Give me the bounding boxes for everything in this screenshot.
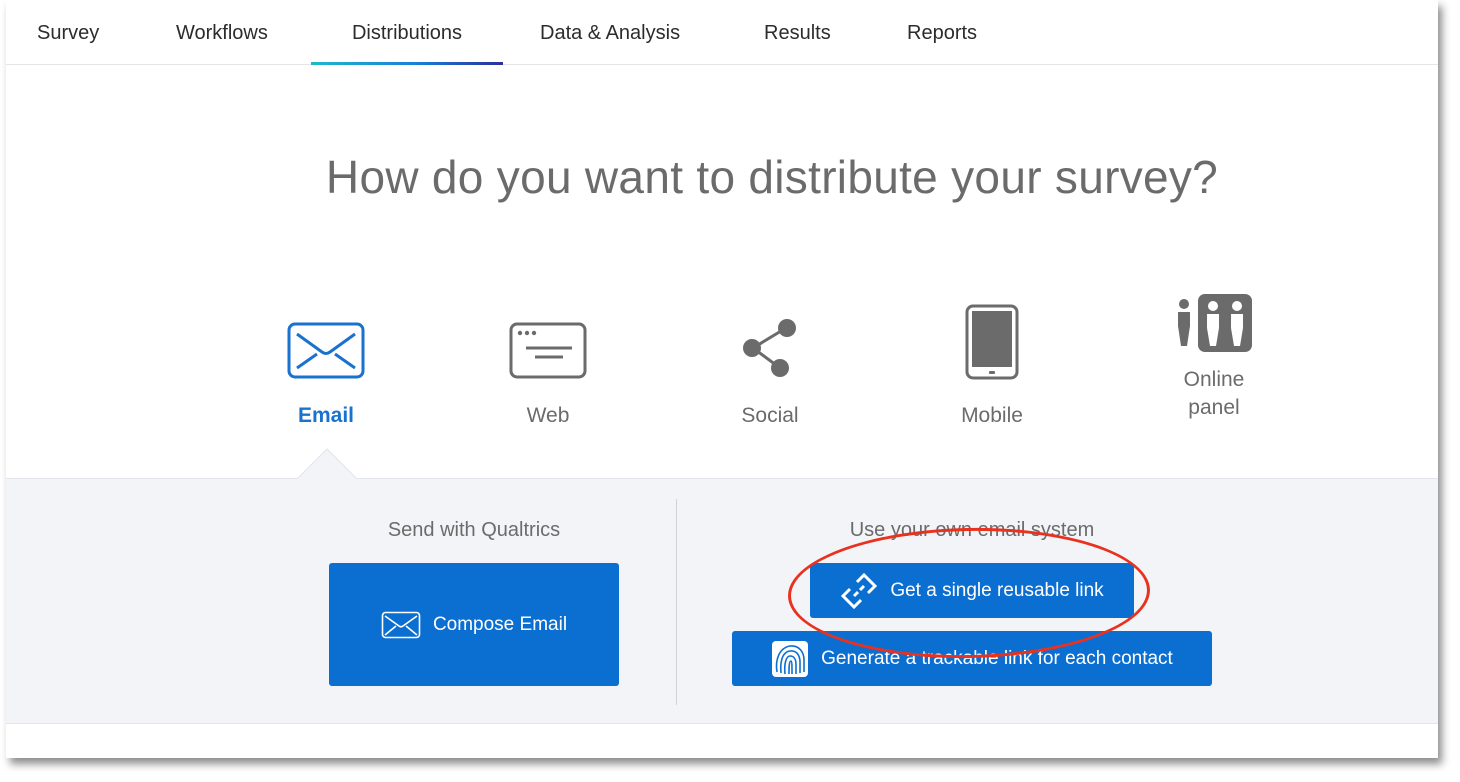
tab-label: Survey	[37, 22, 100, 44]
active-tab-indicator	[311, 62, 503, 65]
share-icon	[743, 319, 796, 377]
tab-reports[interactable]: Reports	[907, 0, 977, 64]
envelope-icon	[287, 322, 365, 379]
reusable-link-label: Get a single reusable link	[890, 579, 1104, 601]
active-method-pointer	[291, 443, 361, 479]
method-label: Mobile	[961, 404, 1023, 427]
method-mobile[interactable]: Mobile	[912, 300, 1072, 430]
generate-trackable-link-button[interactable]: Generate a trackable link for each conta…	[732, 631, 1212, 686]
top-nav: Survey Workflows Distributions Data & An…	[6, 0, 1438, 65]
method-online-panel[interactable]: Online panel	[1134, 292, 1294, 422]
fingerprint-icon	[772, 640, 809, 677]
method-web[interactable]: Web	[468, 300, 628, 430]
compose-email-label: Compose Email	[432, 613, 568, 635]
panel-divider	[676, 499, 677, 705]
trackable-link-label: Generate a trackable link for each conta…	[821, 647, 1173, 669]
method-email[interactable]: Email	[246, 300, 406, 430]
tab-label: Data & Analysis	[540, 22, 681, 44]
tab-label: Results	[764, 22, 831, 44]
tab-label: Reports	[907, 22, 978, 44]
method-label-line1: Online	[1183, 368, 1245, 391]
email-options-panel: Send with Qualtrics Compose Email Use yo…	[6, 478, 1438, 724]
tablet-icon	[965, 304, 1019, 380]
envelope-icon	[381, 611, 421, 638]
app-window: Survey Workflows Distributions Data & An…	[6, 0, 1438, 758]
tab-label: Workflows	[176, 22, 268, 44]
people-panel-icon	[1178, 294, 1252, 352]
tab-label: Distributions	[351, 22, 463, 44]
get-reusable-link-button[interactable]: Get a single reusable link	[810, 563, 1134, 618]
tab-data-analysis[interactable]: Data & Analysis	[540, 0, 680, 64]
method-label: Online panel	[1134, 366, 1294, 422]
page-title: How do you want to distribute your surve…	[325, 151, 1219, 203]
method-label: Social	[741, 404, 799, 427]
method-label: Web	[526, 404, 570, 427]
tab-distributions[interactable]: Distributions	[311, 0, 503, 65]
compose-email-button[interactable]: Compose Email	[329, 563, 619, 686]
method-label-line2: panel	[1188, 396, 1240, 419]
method-label: Email	[297, 404, 355, 427]
method-social[interactable]: Social	[690, 300, 850, 430]
browser-window-icon	[509, 322, 587, 379]
send-with-qualtrics-heading: Send with Qualtrics	[387, 519, 561, 541]
tab-results[interactable]: Results	[764, 0, 831, 64]
tab-survey[interactable]: Survey	[37, 0, 99, 64]
link-icon	[841, 572, 878, 609]
tab-workflows[interactable]: Workflows	[176, 0, 268, 64]
own-email-system-heading: Use your own email system	[849, 519, 1095, 541]
